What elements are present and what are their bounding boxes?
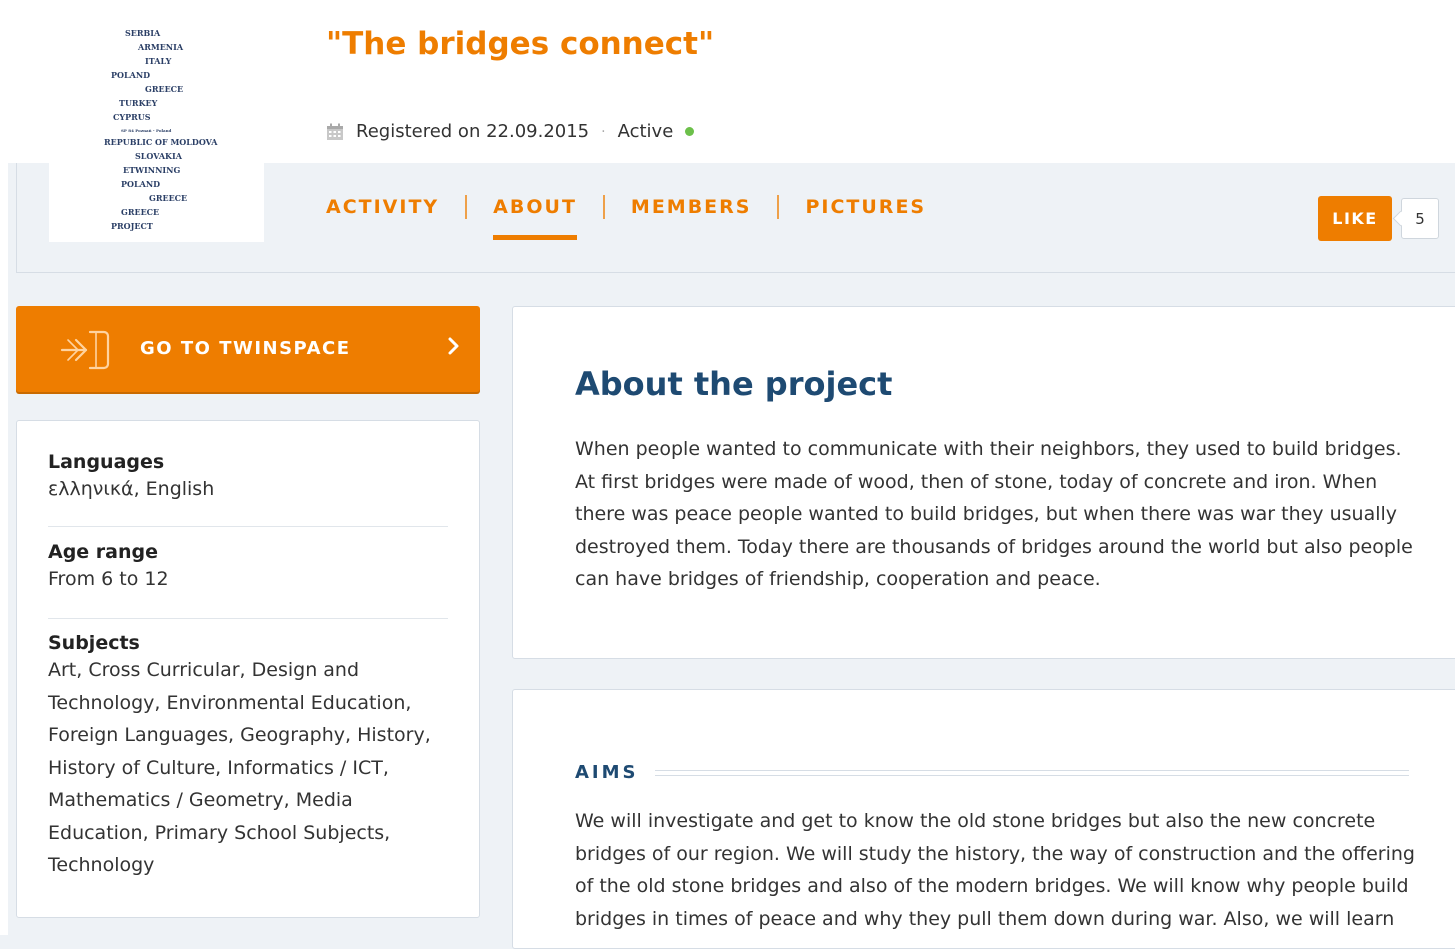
subjects-section: Subjects Art, Cross Curricular, Design a… <box>48 632 448 882</box>
status-indicator <box>685 127 695 136</box>
subjects-value: Art, Cross Curricular, Design and Techno… <box>48 659 431 876</box>
logo-word: ITALY <box>145 56 172 66</box>
tab-divider <box>602 195 605 219</box>
like-count: 5 <box>1401 198 1439 239</box>
tab-divider <box>465 195 468 219</box>
aims-heading: AIMS <box>575 762 1409 783</box>
logo-word: GREECE <box>145 84 184 94</box>
languages-value: ελληνικά, English <box>48 478 215 500</box>
aims-text: We will investigate and get to know the … <box>575 810 1415 930</box>
project-tabs: ACTIVITY ABOUT MEMBERS PICTURES <box>326 195 926 240</box>
heading-rule <box>654 769 1409 776</box>
aims-card: AIMS We will investigate and get to know… <box>512 689 1455 949</box>
logo-word: ARMENIA <box>138 42 184 52</box>
chevron-right-icon <box>446 336 462 360</box>
divider <box>48 526 448 527</box>
about-text: When people wanted to communicate with t… <box>575 438 1413 590</box>
go-to-twinspace-button[interactable]: GO TO TWINSPACE <box>16 306 480 392</box>
age-range-section: Age range From 6 to 12 <box>48 541 448 596</box>
logo-word: SERBIA <box>125 28 161 38</box>
languages-section: Languages ελληνικά, English <box>48 451 448 506</box>
logo-word: CYPRUS <box>113 112 151 122</box>
left-strip <box>0 0 8 935</box>
page-title: "The bridges connect" <box>326 26 715 62</box>
logo-word: POLAND <box>111 70 151 80</box>
project-logo: SERBIA ARMENIA ITALY POLAND GREECE TURKE… <box>49 15 264 242</box>
tab-pictures[interactable]: PICTURES <box>805 196 926 226</box>
tab-members[interactable]: MEMBERS <box>631 196 752 226</box>
project-meta: Registered on 22.09.2015 · Active <box>326 121 695 142</box>
meta-separator: · <box>601 123 606 140</box>
tab-activity[interactable]: ACTIVITY <box>326 196 439 226</box>
tab-divider <box>777 195 780 219</box>
logo-word: SLOVAKIA <box>135 151 182 161</box>
tab-about[interactable]: ABOUT <box>493 196 577 240</box>
logo-word: TURKEY <box>119 98 158 108</box>
age-range-label: Age range <box>48 541 159 563</box>
registered-date: Registered on 22.09.2015 <box>356 121 590 142</box>
logo-word: ETWINNING <box>123 165 181 175</box>
languages-label: Languages <box>48 451 165 473</box>
about-title: About the project <box>575 365 893 403</box>
aims-label: AIMS <box>575 762 639 783</box>
about-card: About the project When people wanted to … <box>512 306 1455 659</box>
like-button[interactable]: LIKE <box>1318 196 1392 241</box>
twinspace-label: GO TO TWINSPACE <box>140 338 351 359</box>
logo-word: GREECE <box>121 207 160 217</box>
logo-word: PROJECT <box>111 221 153 231</box>
age-range-value: From 6 to 12 <box>48 568 169 590</box>
logo-word: REPUBLIC OF MOLDOVA <box>104 137 218 147</box>
logo-word: POLAND <box>121 179 161 189</box>
project-info-card: Languages ελληνικά, English Age range Fr… <box>16 420 480 918</box>
logo-word: GREECE <box>149 193 188 203</box>
calendar-icon <box>326 123 344 141</box>
subjects-label: Subjects <box>48 632 140 654</box>
status-text: Active <box>617 121 674 142</box>
enter-icon <box>60 324 112 380</box>
divider <box>48 618 448 619</box>
